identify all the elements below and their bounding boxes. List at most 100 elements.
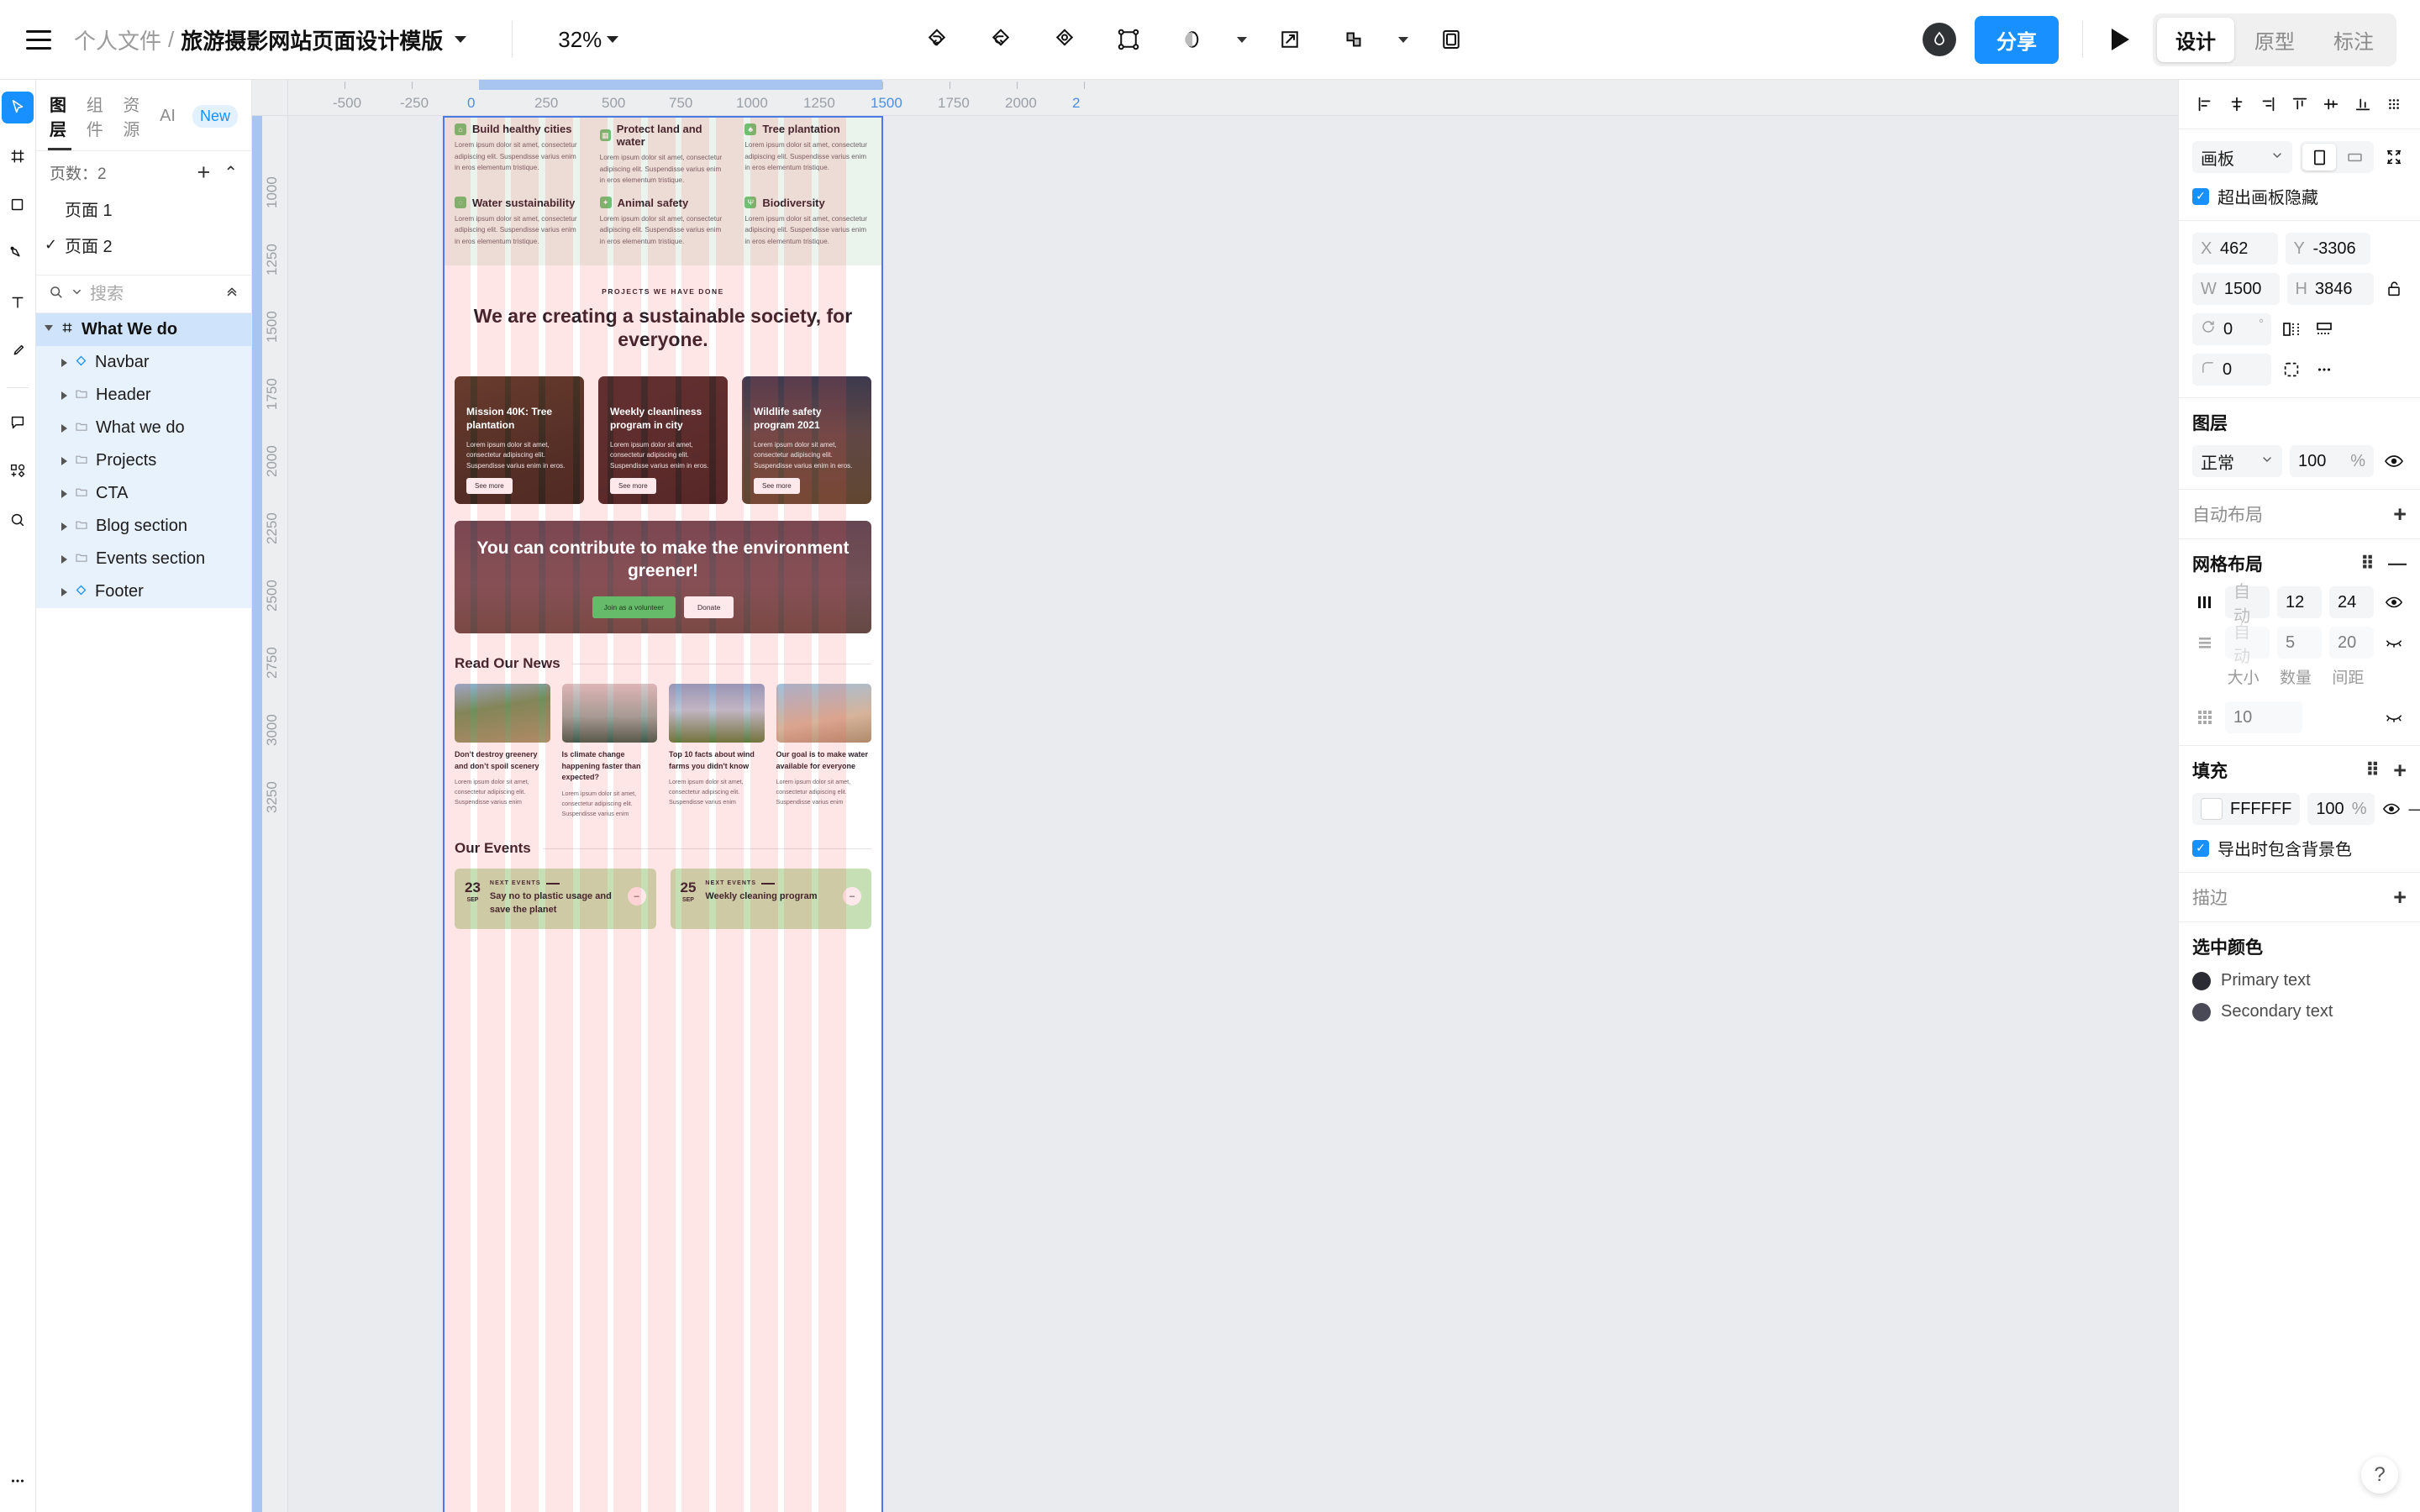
orientation-landscape-icon[interactable] (2338, 144, 2371, 171)
lock-aspect-ratio-icon[interactable] (2381, 276, 2407, 302)
remove-grid-button[interactable]: — (2388, 554, 2407, 573)
eyedropper-tool-icon[interactable] (2, 335, 34, 367)
project-card[interactable]: Mission 40K: Tree plantation Lorem ipsum… (455, 376, 584, 505)
comment-tool-icon[interactable] (2, 407, 34, 438)
news-card[interactable]: Top 10 facts about wind farms you didn't… (669, 684, 765, 818)
rows-grid-icon[interactable] (2192, 630, 2217, 655)
tab-annotation[interactable]: 标注 (2315, 18, 2392, 62)
y-field[interactable]: Y -3306 (2285, 233, 2370, 265)
fit-contents-icon[interactable] (2381, 144, 2407, 170)
vertical-ruler[interactable]: 1000 1250 1500 1750 2000 2250 2500 2750 3000 3250 (252, 116, 288, 1512)
horizontal-ruler[interactable]: -500 -250 0 250 500 750 1000 1250 1500 1750 2000 2 (288, 80, 2178, 116)
donate-button[interactable]: Donate (683, 596, 734, 618)
layer-row-what-we-do[interactable]: What We do (36, 313, 251, 346)
news-card[interactable]: Don’t destroy greenery and don’t spoil s… (455, 684, 550, 818)
share-button[interactable]: 分享 (1975, 15, 2059, 64)
search-input[interactable] (90, 284, 191, 304)
export-background-checkbox[interactable]: ✓ (2192, 839, 2209, 857)
grid-rows-size-field[interactable]: 自动 (2225, 623, 2270, 666)
color-swatch[interactable] (2192, 1002, 2211, 1021)
align-left-icon[interactable] (2192, 92, 2217, 117)
rotation-field[interactable]: 0 ° (2192, 313, 2271, 345)
selected-color-item[interactable]: Secondary text (2192, 1002, 2407, 1021)
canvas[interactable]: ⌂ Build healthy cities Lorem ipsum dolor… (252, 80, 2178, 1512)
chevron-right-icon[interactable] (61, 522, 67, 531)
search-tool-icon[interactable] (2, 504, 34, 536)
chevron-down-icon[interactable] (45, 324, 53, 335)
frame-icon[interactable] (1107, 18, 1150, 60)
chevron-right-icon[interactable] (61, 358, 67, 367)
align-right-icon[interactable] (2255, 92, 2281, 117)
menu-icon[interactable] (20, 21, 57, 58)
add-fill-button[interactable]: + (2393, 759, 2407, 782)
fill-opacity-field[interactable]: 100 % (2307, 793, 2375, 825)
layer-row-cta[interactable]: CTA (36, 477, 251, 510)
boolean-icon[interactable] (1333, 18, 1375, 60)
export-icon[interactable] (1269, 18, 1311, 60)
grid-square-size-field[interactable]: 10 (2225, 701, 2302, 733)
collapse-pages-chevron-up-icon[interactable]: ⌃ (224, 162, 238, 183)
grid-columns-size-field[interactable]: 自动 (2225, 583, 2270, 626)
distribute-icon[interactable] (2381, 92, 2407, 117)
selected-color-item[interactable]: Primary text (2192, 971, 2407, 990)
tab-prototype[interactable]: 原型 (2236, 18, 2313, 62)
boolean-chevron-down-icon[interactable] (1398, 36, 1408, 43)
page-item-2[interactable]: ✓ 页面 2 (36, 227, 251, 263)
clip-content-row[interactable]: ✓ 超出画板隐藏 (2192, 184, 2407, 208)
present-play-icon[interactable] (2112, 29, 2129, 50)
collapse-all-icon[interactable] (224, 284, 239, 304)
blend-mode-select[interactable]: 正常 (2192, 445, 2282, 477)
grid-rows-count-field[interactable]: 5 (2277, 627, 2322, 659)
layer-visibility-eye-icon[interactable] (2381, 449, 2407, 474)
export-background-row[interactable]: ✓ 导出时包含背景色 (2192, 836, 2407, 860)
artboard-type-select[interactable]: 画板 (2192, 141, 2292, 173)
layer-row-what-we-do-group[interactable]: What we do (36, 412, 251, 444)
breadcrumb-current[interactable]: 旅游摄影网站页面设计模版 (181, 24, 443, 55)
width-field[interactable]: W 1500 (2192, 273, 2280, 305)
fill-color-field[interactable]: FFFFFF (2192, 793, 2301, 825)
tab-components[interactable]: 组件 (87, 92, 107, 150)
align-top-icon[interactable] (2287, 92, 2312, 117)
layer-row-footer[interactable]: Footer (36, 575, 251, 608)
layer-row-blog-section[interactable]: Blog section (36, 510, 251, 543)
zoom-control[interactable]: 32% (558, 27, 619, 53)
see-more-button[interactable]: See more (754, 478, 800, 495)
square-grid-icon[interactable] (2192, 705, 2217, 730)
tab-layers[interactable]: 图层 (48, 92, 71, 150)
layer-row-navbar[interactable]: Navbar (36, 346, 251, 379)
help-button[interactable]: ? (2361, 1457, 2398, 1494)
fill-color-swatch[interactable] (2201, 798, 2223, 820)
grid-columns-count-field[interactable]: 12 (2277, 586, 2322, 618)
layer-row-header[interactable]: Header (36, 379, 251, 412)
join-volunteer-button[interactable]: Join as a volunteer (592, 596, 676, 618)
opacity-field[interactable]: 100 % (2290, 445, 2374, 477)
plugin-tool-icon[interactable] (2, 455, 34, 487)
x-field[interactable]: X 462 (2192, 233, 2278, 265)
event-expand-button[interactable]: – (627, 887, 646, 906)
news-card[interactable]: Is climate change happening faster than … (561, 684, 657, 818)
chevron-right-icon[interactable] (61, 554, 67, 564)
more-options-icon[interactable] (2312, 357, 2337, 382)
layer-row-events-section[interactable]: Events section (36, 543, 251, 575)
layer-row-projects[interactable]: Projects (36, 444, 251, 477)
chevron-right-icon[interactable] (61, 456, 67, 465)
chevron-right-icon[interactable] (61, 489, 67, 498)
grid-columns-gutter-field[interactable]: 24 (2329, 586, 2374, 618)
frame-tool-icon[interactable] (2, 140, 34, 172)
project-card[interactable]: Wildlife safety program 2021 Lorem ipsum… (742, 376, 871, 505)
tab-resources[interactable]: 资源 (123, 92, 143, 150)
text-tool-icon[interactable] (2, 286, 34, 318)
clip-content-checkbox[interactable]: ✓ (2192, 187, 2209, 205)
add-stroke-button[interactable]: + (2393, 885, 2407, 909)
device-icon[interactable] (1430, 18, 1472, 60)
grid-styles-icon[interactable]: ⠿ (2360, 554, 2375, 573)
see-more-button[interactable]: See more (610, 478, 656, 495)
fill-visibility-eye-icon[interactable] (2382, 796, 2401, 822)
fill-styles-icon[interactable]: ⠿ (2365, 761, 2380, 780)
page-item-1[interactable]: 页面 1 (36, 191, 251, 227)
columns-grid-icon[interactable] (2192, 590, 2217, 615)
add-autolayout-button[interactable]: + (2393, 502, 2407, 526)
grid-square-visibility-eye-off-icon[interactable] (2381, 705, 2407, 730)
grid-columns-visibility-eye-icon[interactable] (2381, 590, 2407, 615)
grid-rows-visibility-eye-off-icon[interactable] (2381, 630, 2407, 655)
